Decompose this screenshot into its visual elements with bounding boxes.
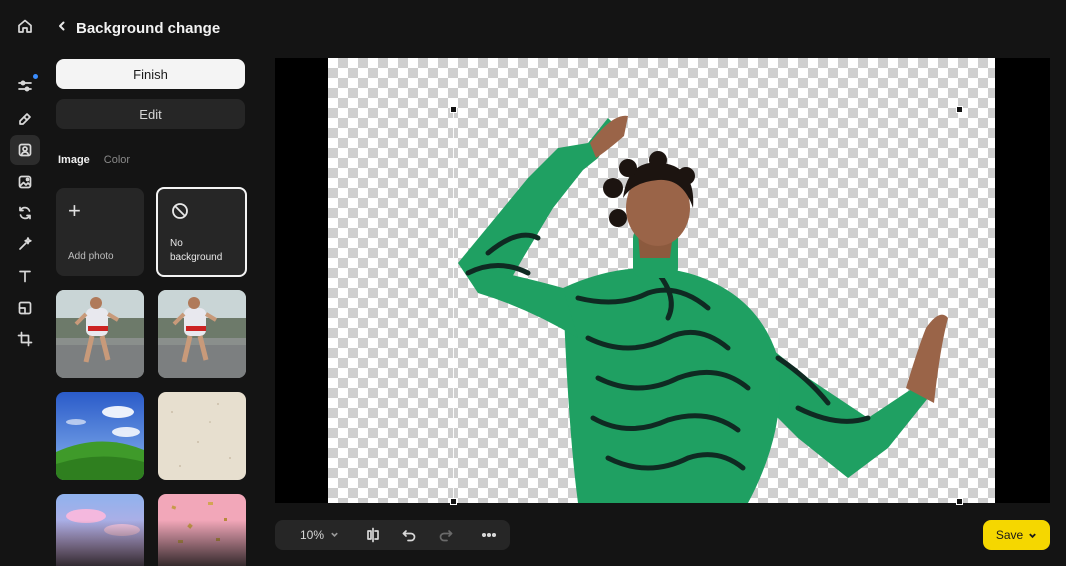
image-edit-icon[interactable]: [10, 167, 40, 197]
save-label: Save: [995, 528, 1024, 542]
plus-icon: +: [68, 198, 81, 223]
tab-image[interactable]: Image: [58, 154, 90, 166]
background-thumbnail-runner-alt[interactable]: [158, 290, 246, 378]
flip-icon[interactable]: [365, 527, 381, 543]
zoom-value: 10%: [300, 528, 325, 542]
portrait-icon[interactable]: [10, 135, 40, 165]
text-icon[interactable]: [10, 261, 40, 291]
background-type-tabs: Image Color: [58, 154, 130, 166]
panel-fade-overlay: [50, 520, 250, 566]
layout-icon[interactable]: [10, 293, 40, 323]
add-photo-label: Add photo: [68, 251, 114, 262]
edit-button[interactable]: Edit: [56, 99, 245, 129]
icon-rail: [0, 0, 50, 566]
eraser-icon[interactable]: [10, 103, 40, 133]
chevron-left-icon[interactable]: [56, 19, 68, 37]
magic-icon[interactable]: [10, 229, 40, 259]
background-thumbnail-green-hill[interactable]: [56, 392, 144, 480]
resize-handle-top-right[interactable]: [956, 106, 963, 113]
home-icon[interactable]: [10, 11, 40, 41]
add-photo-tile[interactable]: + Add photo: [56, 188, 144, 276]
page-header: Background change: [56, 14, 220, 42]
background-thumbnail-paper[interactable]: [158, 392, 246, 480]
more-icon[interactable]: [481, 527, 497, 543]
redo-icon[interactable]: [438, 527, 454, 543]
no-background-label: No background: [170, 238, 223, 263]
resize-handle-bottom-left[interactable]: [450, 498, 457, 505]
tab-color[interactable]: Color: [104, 154, 130, 166]
zoom-select[interactable]: 10%: [300, 520, 339, 550]
page-title: Background change: [76, 19, 221, 37]
finish-button[interactable]: Finish: [56, 59, 245, 89]
prohibited-icon: [171, 202, 189, 220]
canvas-toolbar: 10%: [275, 520, 510, 550]
undo-icon[interactable]: [401, 527, 417, 543]
rotate-icon[interactable]: [10, 198, 40, 228]
resize-handle-top-left[interactable]: [450, 106, 457, 113]
chevron-down-icon: [330, 528, 339, 542]
no-background-tile[interactable]: No background: [156, 187, 247, 277]
resize-handle-bottom-right[interactable]: [956, 498, 963, 505]
crop-icon[interactable]: [10, 324, 40, 354]
selection-frame[interactable]: [453, 109, 959, 503]
background-thumbnail-runner[interactable]: [56, 290, 144, 378]
save-button[interactable]: Save: [983, 520, 1050, 550]
adjust-icon[interactable]: [10, 71, 40, 101]
chevron-down-icon: [1029, 533, 1037, 538]
notification-dot: [33, 74, 38, 79]
